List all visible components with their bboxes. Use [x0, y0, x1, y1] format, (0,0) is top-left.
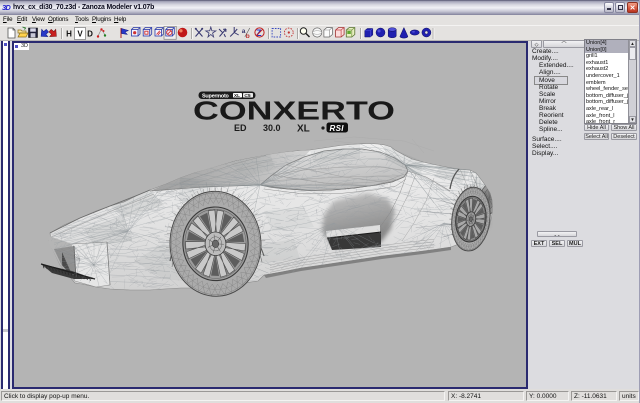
svg-text:RSI: RSI	[330, 124, 345, 133]
svg-text:ED: ED	[234, 123, 247, 133]
svg-text:V: V	[77, 30, 83, 39]
svg-text:H: H	[66, 30, 72, 39]
svg-text:XL: XL	[297, 124, 310, 135]
svg-text:30.0: 30.0	[263, 123, 281, 133]
svg-text:CONXERTO: CONXERTO	[193, 98, 395, 126]
svg-text:D: D	[87, 30, 93, 39]
